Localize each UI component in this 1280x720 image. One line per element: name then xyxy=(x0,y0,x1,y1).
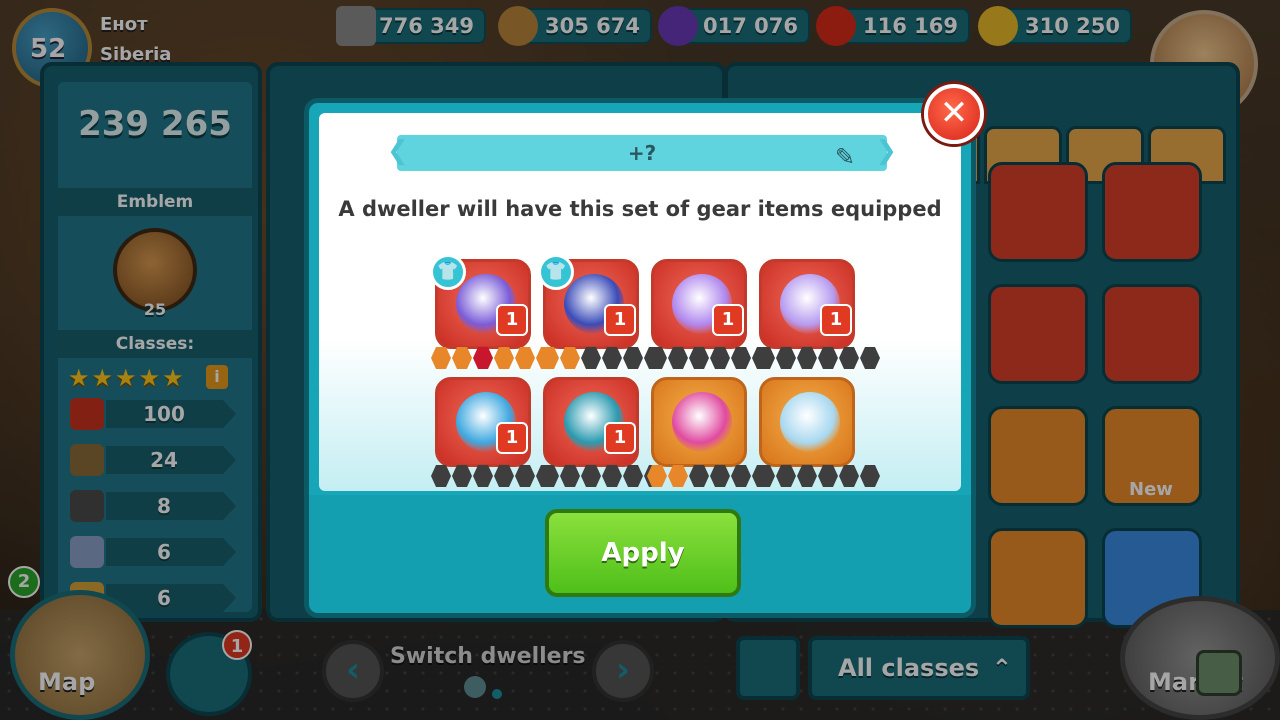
pencil-edit-icon[interactable]: ✎ xyxy=(835,139,855,175)
gear-item-ice-bracer[interactable]: 1 xyxy=(435,377,531,467)
upgrade-slot xyxy=(431,465,451,487)
modal-description: A dweller will have this set of gear ite… xyxy=(338,197,942,221)
upgrade-slot xyxy=(818,465,838,487)
upgrade-slot xyxy=(755,465,775,487)
upgrade-slot xyxy=(581,347,601,369)
eye-amulet-icon xyxy=(672,392,732,452)
gear-set-title-ribbon: ❮ +? ✎ ❯ xyxy=(387,135,897,171)
upgrade-slot xyxy=(647,347,667,369)
gear-upgrade-slots xyxy=(755,465,881,487)
upgrade-slot xyxy=(797,347,817,369)
upgrade-slot xyxy=(515,465,535,487)
gear-level-badge: 1 xyxy=(496,304,528,336)
equipped-shirt-icon: 👕 xyxy=(430,254,466,290)
gear-item-spirit-orb[interactable]: 1 xyxy=(651,259,747,349)
upgrade-slot xyxy=(755,347,775,369)
upgrade-slot xyxy=(860,347,880,369)
upgrade-slot xyxy=(560,347,580,369)
upgrade-slot xyxy=(539,347,559,369)
upgrade-slot xyxy=(431,347,451,369)
upgrade-slot xyxy=(710,465,730,487)
upgrade-slot xyxy=(839,347,859,369)
upgrade-slot xyxy=(623,347,643,369)
upgrade-slot xyxy=(452,347,472,369)
gear-item-spirit-orb-2[interactable]: 1 xyxy=(759,259,855,349)
upgrade-slot xyxy=(668,465,688,487)
crystal-relic-icon xyxy=(780,392,840,452)
upgrade-slot xyxy=(776,347,796,369)
gear-level-badge: 1 xyxy=(496,422,528,454)
upgrade-slot xyxy=(452,465,472,487)
upgrade-slot xyxy=(647,465,667,487)
upgrade-slot xyxy=(776,465,796,487)
gear-items-grid: 👕 1 👕 1 1 1 1 1 xyxy=(430,254,880,489)
close-button[interactable]: ✕ xyxy=(924,84,984,144)
gear-level-badge: 1 xyxy=(712,304,744,336)
gear-set-name: +? xyxy=(627,141,657,165)
upgrade-slot xyxy=(710,347,730,369)
apply-button[interactable]: Apply xyxy=(545,509,741,597)
gear-item-storm-armor[interactable]: 👕 1 xyxy=(538,254,639,349)
gear-level-badge: 1 xyxy=(820,304,852,336)
upgrade-slot xyxy=(623,465,643,487)
upgrade-slot xyxy=(539,465,559,487)
upgrade-slot xyxy=(689,465,709,487)
upgrade-slot xyxy=(515,347,535,369)
upgrade-slot xyxy=(494,347,514,369)
ribbon-right-curl-icon: ❯ xyxy=(875,136,897,166)
upgrade-slot xyxy=(689,347,709,369)
gear-item-feather-bracer[interactable]: 1 xyxy=(543,377,639,467)
gear-set-modal: ❮ +? ✎ ❯ A dweller will have this set of… xyxy=(304,98,976,618)
upgrade-slot xyxy=(560,465,580,487)
upgrade-slot xyxy=(860,465,880,487)
ribbon-left-curl-icon: ❮ xyxy=(387,136,409,166)
gear-level-badge: 1 xyxy=(604,422,636,454)
upgrade-slot xyxy=(473,347,493,369)
upgrade-slot xyxy=(797,465,817,487)
gear-level-badge: 1 xyxy=(604,304,636,336)
upgrade-slot xyxy=(602,347,622,369)
upgrade-slot xyxy=(731,465,751,487)
upgrade-slot xyxy=(494,465,514,487)
gear-item-eye-amulet[interactable] xyxy=(651,377,747,467)
gear-item-crystal-relic[interactable] xyxy=(759,377,855,467)
gear-upgrade-slots xyxy=(755,347,881,369)
upgrade-slot xyxy=(668,347,688,369)
gear-item-crystal-staff[interactable]: 👕 1 xyxy=(430,254,531,349)
upgrade-slot xyxy=(818,347,838,369)
upgrade-slot xyxy=(581,465,601,487)
upgrade-slot xyxy=(602,465,622,487)
upgrade-slot xyxy=(731,347,751,369)
equipped-shirt-icon: 👕 xyxy=(538,254,574,290)
upgrade-slot xyxy=(839,465,859,487)
upgrade-slot xyxy=(473,465,493,487)
